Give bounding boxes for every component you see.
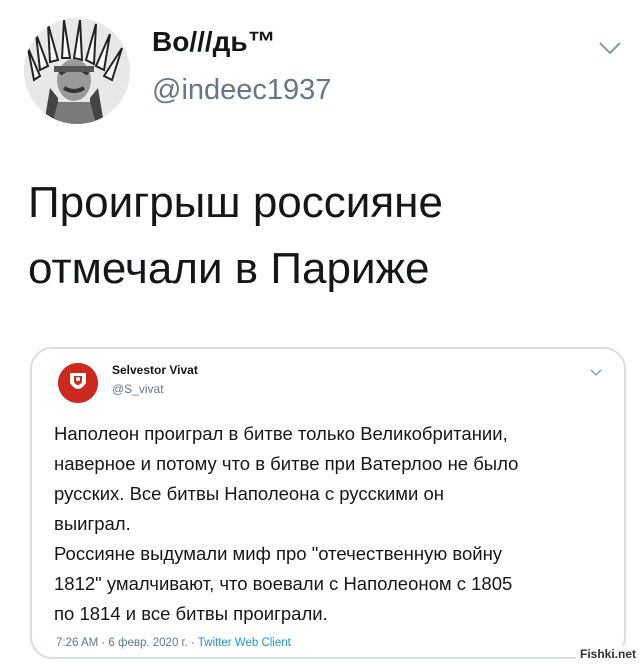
- chevron-down-icon[interactable]: [590, 369, 602, 377]
- quoted-author-avatar[interactable]: [58, 363, 98, 403]
- red-emblem-icon: [58, 363, 98, 403]
- quoted-tweet-card[interactable]: Selvestor Vivat @S_vivat Наполеон проигр…: [30, 347, 626, 659]
- author-display-name[interactable]: Во///дь™: [152, 26, 276, 58]
- quoted-tweet-timestamp[interactable]: 7:26 AM · 6 февр. 2020 г. ·: [56, 637, 198, 649]
- author-handle[interactable]: @indeec1937: [152, 74, 331, 107]
- quoted-author-display-name[interactable]: Selvestor Vivat: [112, 363, 198, 377]
- quoted-tweet-text: Наполеон проиграл в битве только Великоб…: [54, 423, 519, 624]
- quoted-author-handle[interactable]: @S_vivat: [112, 382, 164, 396]
- headdress-portrait-icon: [24, 18, 130, 124]
- chevron-down-icon[interactable]: [598, 40, 622, 56]
- tweet-header: Во///дь™ @indeec1937: [24, 18, 624, 128]
- author-avatar[interactable]: [24, 18, 130, 124]
- quoted-tweet-meta: 7:26 AM · 6 февр. 2020 г. · Twitter Web …: [56, 637, 291, 649]
- quoted-tweet-source[interactable]: Twitter Web Client: [198, 637, 291, 649]
- watermark: Fishki.net: [575, 646, 640, 662]
- tweet-text: Проигрыш россияне отмечали в Париже: [28, 178, 443, 293]
